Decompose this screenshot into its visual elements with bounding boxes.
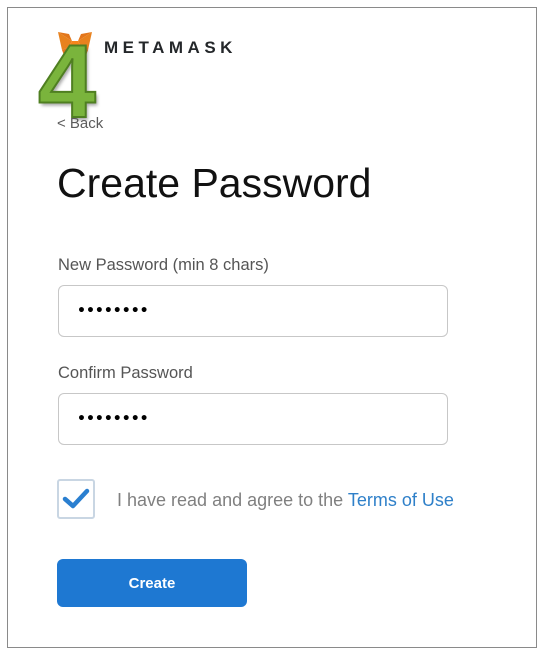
new-password-field[interactable] bbox=[58, 285, 448, 337]
brand-wordmark: METAMASK bbox=[104, 38, 237, 57]
new-password-label: New Password (min 8 chars) bbox=[58, 256, 269, 274]
checkmark-icon bbox=[62, 488, 90, 509]
terms-agreement-text: I have read and agree to the Terms of Us… bbox=[117, 490, 454, 511]
back-link[interactable]: < Back bbox=[57, 115, 103, 132]
page-title: Create Password bbox=[57, 160, 372, 206]
confirm-password-label: Confirm Password bbox=[58, 364, 193, 382]
confirm-password-field[interactable] bbox=[58, 393, 448, 445]
create-button[interactable]: Create bbox=[57, 559, 247, 607]
terms-checkbox[interactable] bbox=[57, 479, 95, 519]
terms-of-use-link[interactable]: Terms of Use bbox=[348, 490, 454, 510]
terms-agreement-label: I have read and agree to the bbox=[117, 490, 348, 510]
